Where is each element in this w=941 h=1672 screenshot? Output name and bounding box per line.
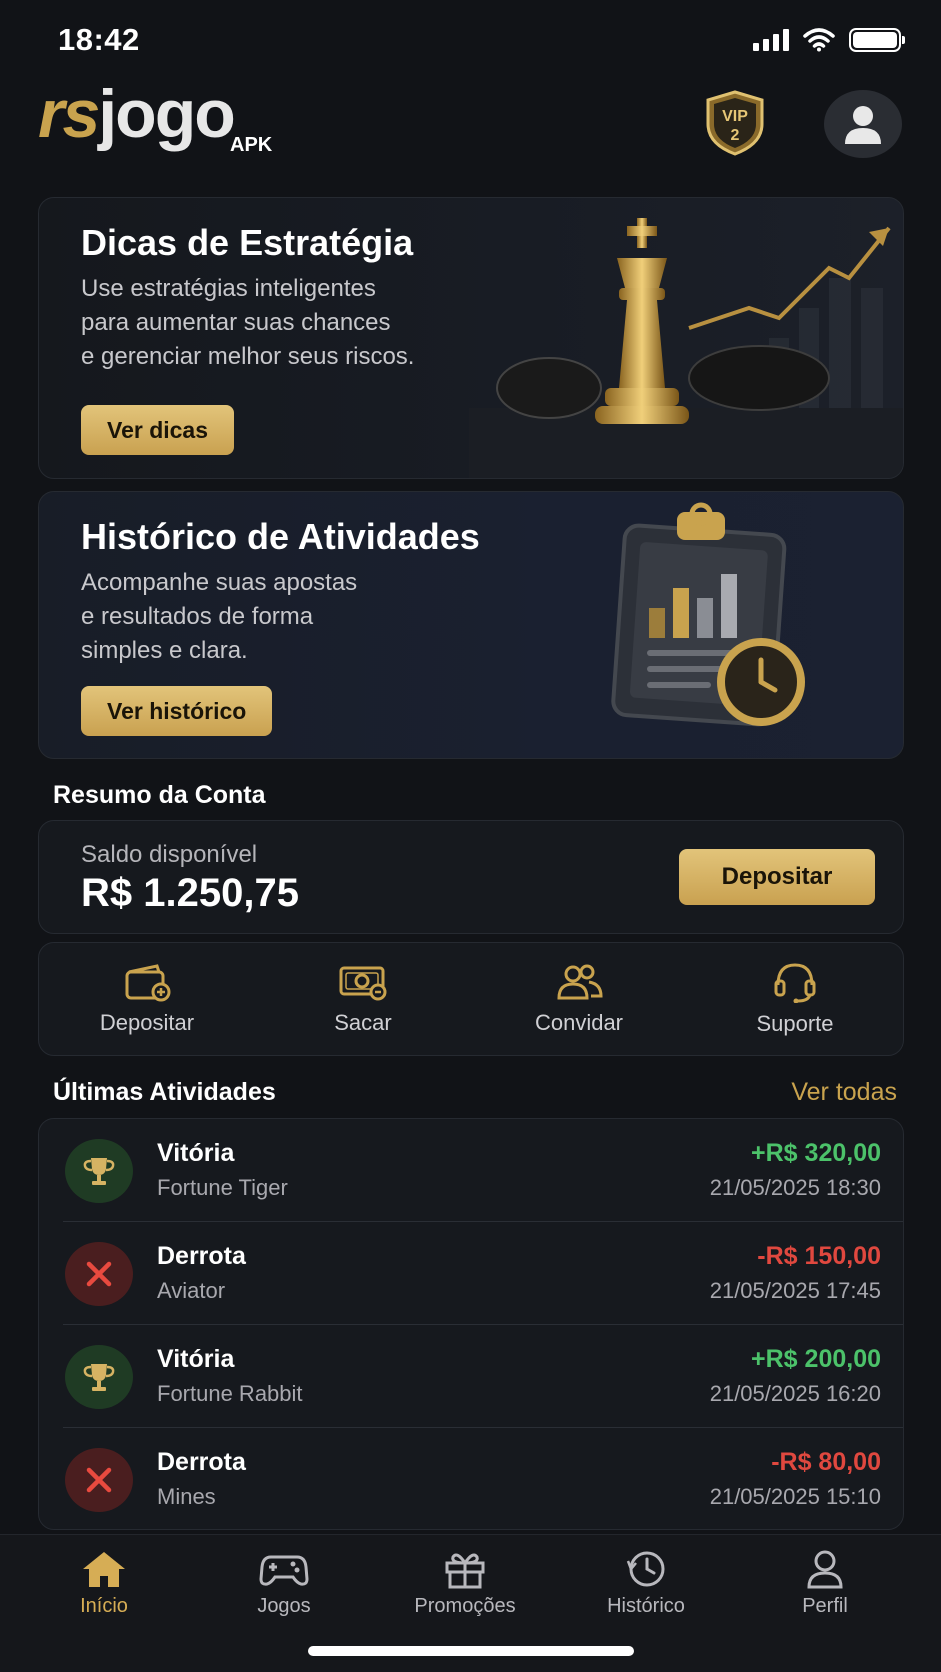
wifi-icon bbox=[803, 28, 835, 52]
close-icon bbox=[65, 1448, 133, 1512]
promo-desc-line: e gerenciar melhor seus riscos. bbox=[81, 343, 415, 370]
action-label: Suporte bbox=[756, 1011, 834, 1036]
activity-row[interactable]: Vitória Fortune Rabbit +R$ 200,00 21/05/… bbox=[39, 1325, 903, 1428]
see-all-link[interactable]: Ver todas bbox=[791, 1078, 897, 1107]
users-icon bbox=[557, 964, 603, 1000]
nav-label: Início bbox=[80, 1595, 128, 1617]
activity-amount: -R$ 150,00 bbox=[757, 1242, 881, 1270]
nav-history[interactable]: Histórico bbox=[566, 1549, 726, 1618]
activity-row[interactable]: Vitória Fortune Tiger +R$ 320,00 21/05/2… bbox=[39, 1119, 903, 1222]
action-deposit[interactable]: Depositar bbox=[39, 943, 255, 1055]
nav-label: Perfil bbox=[802, 1595, 848, 1617]
action-withdraw[interactable]: Sacar bbox=[255, 943, 471, 1055]
promo-desc-line: para aumentar suas chances bbox=[81, 309, 391, 336]
app-header: rsjogo APK VIP 2 bbox=[0, 80, 941, 180]
promo-strategy-card: Dicas de Estratégia Use estratégias inte… bbox=[38, 197, 904, 479]
nav-promotions[interactable]: Promoções bbox=[385, 1549, 545, 1618]
nav-games[interactable]: Jogos bbox=[204, 1549, 364, 1618]
vip-label: VIP bbox=[722, 108, 748, 125]
see-tips-button[interactable]: Ver dicas bbox=[81, 405, 235, 455]
balance-card: Saldo disponível R$ 1.250,75 Depositar bbox=[38, 820, 904, 934]
quick-actions: Depositar Sacar Convidar Suporte bbox=[38, 942, 904, 1056]
promo-description: Use estratégias inteligentes para aument… bbox=[81, 272, 501, 374]
headset-icon bbox=[774, 963, 816, 1003]
result-title: Vitória bbox=[157, 1139, 235, 1167]
activity-datetime: 21/05/2025 17:45 bbox=[709, 1278, 881, 1303]
activity-datetime: 21/05/2025 18:30 bbox=[709, 1175, 881, 1200]
vip-badge[interactable]: VIP 2 bbox=[704, 90, 766, 156]
promo-desc-line: Use estratégias inteligentes bbox=[81, 275, 376, 302]
game-name: Fortune Rabbit bbox=[157, 1381, 303, 1406]
activity-datetime: 21/05/2025 16:20 bbox=[709, 1381, 881, 1406]
logo-jogo: jogo bbox=[98, 76, 236, 152]
logo-subtitle: APK bbox=[230, 134, 273, 156]
activity-list: Vitória Fortune Tiger +R$ 320,00 21/05/2… bbox=[38, 1118, 904, 1530]
result-title: Vitória bbox=[157, 1345, 235, 1373]
game-name: Aviator bbox=[157, 1278, 226, 1303]
gift-icon bbox=[445, 1553, 485, 1589]
user-avatar-icon bbox=[845, 106, 881, 144]
promo-title: Dicas de Estratégia bbox=[81, 222, 414, 263]
result-title: Derrota bbox=[157, 1448, 246, 1476]
status-icons bbox=[753, 28, 905, 52]
result-title: Derrota bbox=[157, 1242, 246, 1270]
nav-label: Promoções bbox=[414, 1595, 516, 1617]
home-icon bbox=[83, 1552, 125, 1587]
nav-home[interactable]: Início bbox=[24, 1549, 184, 1618]
action-label: Depositar bbox=[99, 1010, 195, 1035]
action-invite[interactable]: Convidar bbox=[471, 943, 687, 1055]
balance-label: Saldo disponível bbox=[81, 841, 258, 868]
logo-rs: rs bbox=[38, 76, 100, 152]
cellular-signal-icon bbox=[753, 29, 789, 51]
promo-history-card: Histórico de Atividades Acompanhe suas a… bbox=[38, 491, 904, 759]
app-logo: rsjogo bbox=[38, 80, 236, 148]
game-name: Mines bbox=[157, 1484, 216, 1509]
game-name: Fortune Tiger bbox=[157, 1175, 288, 1200]
see-history-button[interactable]: Ver histórico bbox=[81, 686, 273, 736]
gamepad-icon bbox=[259, 1555, 309, 1586]
clock-icon bbox=[626, 1551, 665, 1587]
promo-description: Acompanhe suas apostas e resultados de f… bbox=[81, 566, 501, 668]
trophy-icon bbox=[65, 1345, 133, 1409]
balance-value: R$ 1.250,75 bbox=[81, 871, 299, 915]
activity-row[interactable]: Derrota Aviator -R$ 150,00 21/05/2025 17… bbox=[39, 1222, 903, 1325]
trophy-icon bbox=[65, 1139, 133, 1203]
nav-label: Histórico bbox=[607, 1595, 685, 1617]
action-label: Sacar bbox=[334, 1010, 392, 1035]
wallet-plus-icon bbox=[125, 964, 171, 1002]
cash-withdraw-icon bbox=[339, 966, 387, 1001]
latest-activities-title: Últimas Atividades bbox=[53, 1078, 276, 1106]
activity-amount: +R$ 320,00 bbox=[751, 1139, 881, 1167]
nav-profile[interactable]: Perfil bbox=[745, 1549, 905, 1618]
activity-row[interactable]: Derrota Mines -R$ 80,00 21/05/2025 15:10 bbox=[39, 1428, 903, 1529]
status-bar: 18:42 bbox=[0, 0, 941, 80]
activity-amount: -R$ 80,00 bbox=[771, 1448, 881, 1476]
action-label: Convidar bbox=[534, 1010, 624, 1035]
promo-title: Histórico de Atividades bbox=[81, 516, 480, 557]
promo-desc-line: Acompanhe suas apostas bbox=[81, 569, 358, 596]
vip-level: 2 bbox=[731, 127, 740, 144]
account-summary-title: Resumo da Conta bbox=[53, 781, 266, 809]
close-icon bbox=[65, 1242, 133, 1306]
promo-desc-line: e resultados de forma bbox=[81, 603, 314, 630]
promo-desc-line: simples e clara. bbox=[81, 637, 248, 664]
battery-icon bbox=[849, 28, 905, 52]
nav-label: Jogos bbox=[257, 1595, 311, 1617]
user-icon bbox=[807, 1550, 843, 1589]
status-time: 18:42 bbox=[58, 22, 140, 57]
activity-amount: +R$ 200,00 bbox=[751, 1345, 881, 1373]
chess-illustration bbox=[469, 218, 903, 478]
activity-datetime: 21/05/2025 15:10 bbox=[709, 1484, 881, 1509]
profile-avatar-button[interactable] bbox=[824, 90, 902, 158]
deposit-button[interactable]: Depositar bbox=[679, 849, 875, 905]
action-support[interactable]: Suporte bbox=[687, 943, 903, 1055]
home-indicator bbox=[308, 1646, 634, 1656]
clipboard-chart-illustration bbox=[611, 502, 805, 727]
